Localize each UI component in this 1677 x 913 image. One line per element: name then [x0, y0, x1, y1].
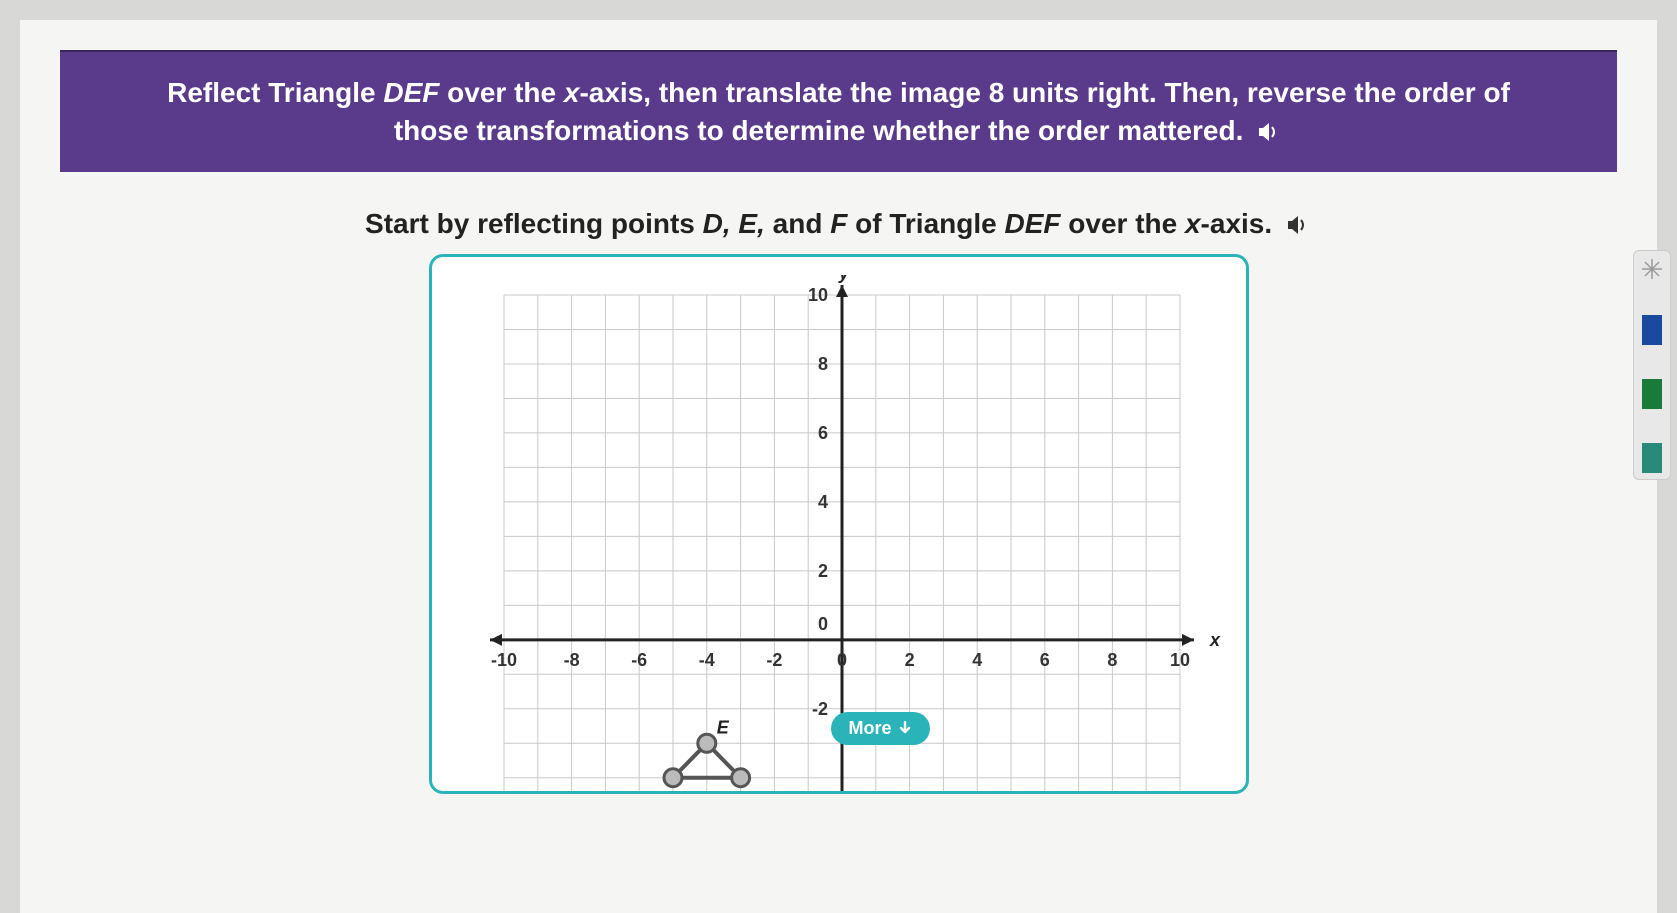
svg-text:E: E: [716, 717, 729, 737]
svg-text:-4: -4: [698, 649, 714, 669]
more-button[interactable]: More: [831, 712, 930, 745]
svg-text:y: y: [837, 275, 849, 283]
svg-text:-10: -10: [490, 649, 516, 669]
svg-text:8: 8: [817, 354, 827, 374]
question-header: Reflect Triangle DEF over the x-axis, th…: [60, 50, 1617, 172]
svg-text:8: 8: [1107, 649, 1117, 669]
svg-text:10: 10: [1169, 649, 1189, 669]
header-line2: those transformations to determine wheth…: [394, 115, 1244, 146]
svg-text:0: 0: [836, 649, 846, 669]
svg-text:6: 6: [1039, 649, 1049, 669]
speaker-icon[interactable]: [1286, 214, 1312, 236]
svg-text:-8: -8: [563, 649, 579, 669]
svg-text:10: 10: [807, 285, 827, 305]
svg-text:2: 2: [817, 560, 827, 580]
side-tool-widget[interactable]: [1633, 250, 1671, 480]
svg-text:4: 4: [972, 649, 982, 669]
header-line1: Reflect Triangle DEF over the x-axis, th…: [167, 77, 1510, 108]
seg-blue[interactable]: [1642, 315, 1662, 345]
svg-text:2: 2: [904, 649, 914, 669]
svg-text:4: 4: [817, 491, 827, 511]
svg-text:-6: -6: [631, 649, 647, 669]
coordinate-graph-card: y x -10 -8 -6 -4 -2 0 2 4 6 8 10 10 8 6 4 2 -2 0 E More: [429, 254, 1249, 794]
sub-instruction: Start by reflecting points D, E, and F o…: [60, 208, 1617, 240]
seg-teal[interactable]: [1642, 443, 1662, 473]
arrow-down-icon: [898, 721, 912, 735]
svg-text:6: 6: [817, 423, 827, 443]
more-label: More: [849, 718, 892, 739]
svg-text:x: x: [1209, 629, 1221, 649]
seg-green[interactable]: [1642, 379, 1662, 409]
sparkle-icon: [1640, 257, 1664, 281]
svg-text:0: 0: [817, 613, 827, 633]
svg-text:-2: -2: [811, 698, 827, 718]
svg-text:-2: -2: [766, 649, 782, 669]
speaker-icon[interactable]: [1257, 121, 1283, 143]
